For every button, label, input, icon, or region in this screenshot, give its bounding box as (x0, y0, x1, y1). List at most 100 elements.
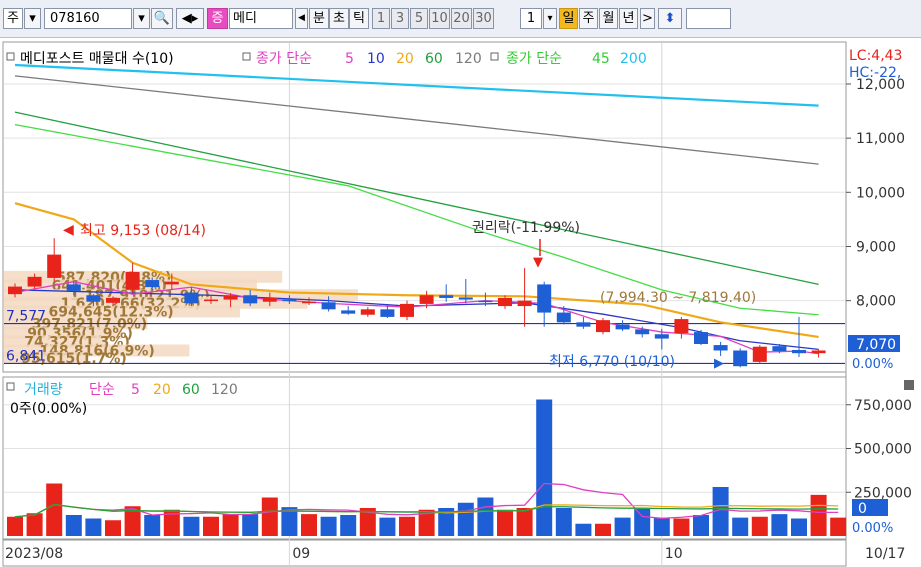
candle-down (654, 334, 669, 339)
volume-bar (614, 517, 631, 536)
volume-bar (65, 515, 82, 536)
candle-down (615, 324, 630, 330)
candle-down (576, 322, 591, 327)
year-button[interactable]: 년 (619, 8, 638, 29)
month-button[interactable]: 월 (599, 8, 618, 29)
volume-bar (810, 494, 827, 536)
candle-down (341, 310, 356, 314)
panel-close-icon[interactable] (904, 380, 914, 390)
legend-square (6, 382, 15, 391)
period-button-20[interactable]: 20 (451, 8, 472, 29)
interval-dropdown-button[interactable]: ▾ (543, 8, 557, 29)
high-annotation: 최고 9,153 (08/14) (80, 223, 206, 239)
price-tick-label: 11,000 (856, 131, 905, 147)
volume-bar (830, 517, 847, 536)
candle-up (674, 319, 689, 334)
candle-up (360, 309, 375, 315)
volume-bar (536, 399, 553, 536)
search-button[interactable]: 🔍 (151, 8, 173, 29)
second-label: 초 (333, 11, 345, 26)
candle-down (380, 309, 395, 317)
candle-down (792, 349, 806, 354)
volume-legend-title: 거래량 (24, 382, 63, 398)
candle-down (556, 312, 571, 323)
period-button-1[interactable]: 1 (372, 8, 390, 29)
market-label: 주 (7, 11, 19, 26)
jeung-badge[interactable]: 증 (207, 8, 228, 29)
period-button-5[interactable]: 5 (410, 8, 428, 29)
volume-bar (771, 514, 788, 536)
arrow-right-icon: ▶ (714, 356, 724, 371)
volume-bar (26, 513, 43, 536)
volume-bar (751, 516, 768, 536)
arrow-left-icon: ◀ (63, 222, 74, 238)
sound-button[interactable]: ◀▸ (176, 8, 204, 29)
period-label: 3 (395, 11, 405, 26)
interval-value: 1 (526, 11, 536, 26)
month-label: 월 (602, 11, 615, 26)
tick-button[interactable]: 틱 (349, 8, 369, 29)
code-dropdown-button[interactable]: ▾ (133, 8, 150, 29)
interval-input[interactable]: 1 (520, 8, 542, 29)
volume-bar (85, 518, 102, 536)
candle-down (713, 345, 728, 351)
candle-down (145, 280, 160, 288)
market-select[interactable]: 주 (3, 8, 23, 29)
period-button-3[interactable]: 3 (391, 8, 409, 29)
candle-down (772, 346, 787, 352)
stock-name-value: 메디 (233, 11, 257, 26)
sort-button[interactable]: ⬍ (658, 8, 682, 29)
volume-info: 0주(0.00%) (10, 401, 87, 417)
volume-bar (791, 518, 807, 536)
volume-bar (634, 508, 651, 536)
volume-bar (183, 516, 200, 536)
level-label: 6,841 (6, 348, 46, 364)
candle-up (400, 303, 414, 317)
next-button[interactable]: > (640, 8, 655, 29)
stock-code-input[interactable]: 078160 (44, 8, 132, 29)
candle-up (204, 299, 218, 302)
stock-chart: 587,820(9.8%)641,401(4.3%)1,187,910(21.9… (2, 41, 914, 567)
lc-label: LC:4,43 (849, 48, 902, 64)
candle-up (106, 297, 120, 303)
volume-bar (457, 502, 474, 536)
volume-bar (144, 515, 161, 536)
period-label: 1 (376, 11, 386, 26)
volume-bar (320, 516, 337, 536)
second-button[interactable]: 초 (329, 8, 349, 29)
chevron-down-icon: ▾ (29, 11, 36, 26)
date-tick-label: 10/17 (865, 546, 905, 562)
up-down-arrow-icon: ⬍ (664, 11, 676, 26)
candle-up (262, 297, 277, 302)
minute-button[interactable]: 분 (309, 8, 329, 29)
market-dropdown-button[interactable]: ▾ (24, 8, 41, 29)
volume-current-pct: 0.00% (852, 521, 893, 536)
prev-button[interactable]: ◀ (295, 8, 308, 29)
candle-down (439, 295, 454, 298)
level-label: 7,577 (6, 309, 46, 325)
volume-bar (261, 497, 278, 536)
volume-bar (555, 508, 572, 536)
ma-period-10: 10 (367, 51, 385, 67)
arrow-down-icon: ▼ (533, 255, 543, 270)
volume-bar (732, 517, 749, 536)
period-button-30[interactable]: 30 (473, 8, 494, 29)
ma-period-120: 120 (455, 51, 482, 67)
week-button[interactable]: 주 (579, 8, 598, 29)
volume-bar (379, 517, 396, 536)
candle-up (27, 276, 42, 287)
stock-name-field[interactable]: 메디 (229, 8, 293, 29)
candle-up (596, 320, 610, 333)
search-icon: 🔍 (153, 11, 171, 26)
extra-input[interactable] (686, 8, 731, 29)
candle-up (164, 281, 179, 285)
candle-up (8, 286, 22, 295)
volume-ma-label: 단순 (89, 382, 115, 398)
day-button[interactable]: 일 (559, 8, 578, 29)
ma-group2-label: 종가 단순 (506, 51, 562, 67)
volume-bar (46, 483, 63, 536)
period-button-10[interactable]: 10 (429, 8, 450, 29)
volume-bar (673, 518, 690, 536)
legend-square (6, 52, 15, 61)
candle-down (537, 284, 552, 313)
